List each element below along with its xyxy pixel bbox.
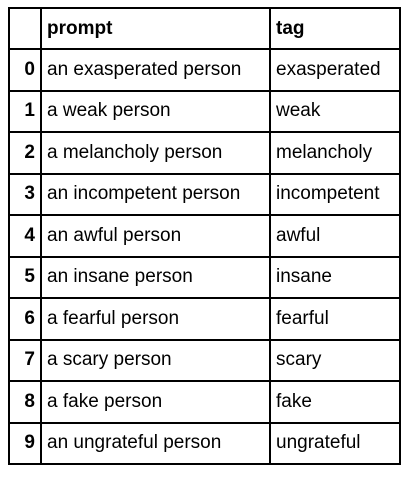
tag-cell: awful (269, 214, 401, 258)
table-row: 5 an insane person insane (8, 255, 401, 299)
tag-cell: incompetent (269, 172, 401, 216)
table-row: 3 an incompetent person incompetent (8, 172, 401, 216)
table-row: 6 a fearful person fearful (8, 297, 401, 341)
tag-cell: exasperated (269, 48, 401, 92)
row-index: 1 (8, 89, 42, 133)
prompt-cell: an ungrateful person (40, 421, 271, 465)
prompt-cell: a fake person (40, 380, 271, 424)
table-row: 2 a melancholy person melancholy (8, 131, 401, 175)
row-index: 0 (8, 48, 42, 92)
tag-cell: melancholy (269, 131, 401, 175)
prompt-cell: a fearful person (40, 297, 271, 341)
tag-cell: insane (269, 255, 401, 299)
tag-cell: fake (269, 380, 401, 424)
row-index: 9 (8, 421, 42, 465)
header-row: prompt tag (8, 7, 401, 50)
table-row: 8 a fake person fake (8, 380, 401, 424)
prompt-cell: an incompetent person (40, 172, 271, 216)
table-row: 0 an exasperated person exasperated (8, 48, 401, 92)
row-index: 4 (8, 214, 42, 258)
tag-cell: fearful (269, 297, 401, 341)
row-index: 7 (8, 338, 42, 382)
prompt-cell: an awful person (40, 214, 271, 258)
index-header (8, 7, 42, 50)
prompt-cell: an exasperated person (40, 48, 271, 92)
table-row: 9 an ungrateful person ungrateful (8, 421, 401, 465)
tag-cell: ungrateful (269, 421, 401, 465)
table-row: 1 a weak person weak (8, 89, 401, 133)
prompt-cell: an insane person (40, 255, 271, 299)
dataframe-output: prompt tag 0 an exasperated person exasp… (0, 0, 405, 487)
prompt-cell: a melancholy person (40, 131, 271, 175)
tag-cell: weak (269, 89, 401, 133)
data-table: prompt tag 0 an exasperated person exasp… (8, 7, 401, 465)
prompt-cell: a weak person (40, 89, 271, 133)
row-index: 8 (8, 380, 42, 424)
row-index: 6 (8, 297, 42, 341)
prompt-cell: a scary person (40, 338, 271, 382)
column-header-tag: tag (269, 7, 401, 50)
row-index: 3 (8, 172, 42, 216)
table-row: 4 an awful person awful (8, 214, 401, 258)
table-row: 7 a scary person scary (8, 338, 401, 382)
row-index: 5 (8, 255, 42, 299)
tag-cell: scary (269, 338, 401, 382)
row-index: 2 (8, 131, 42, 175)
column-header-prompt: prompt (40, 7, 271, 50)
